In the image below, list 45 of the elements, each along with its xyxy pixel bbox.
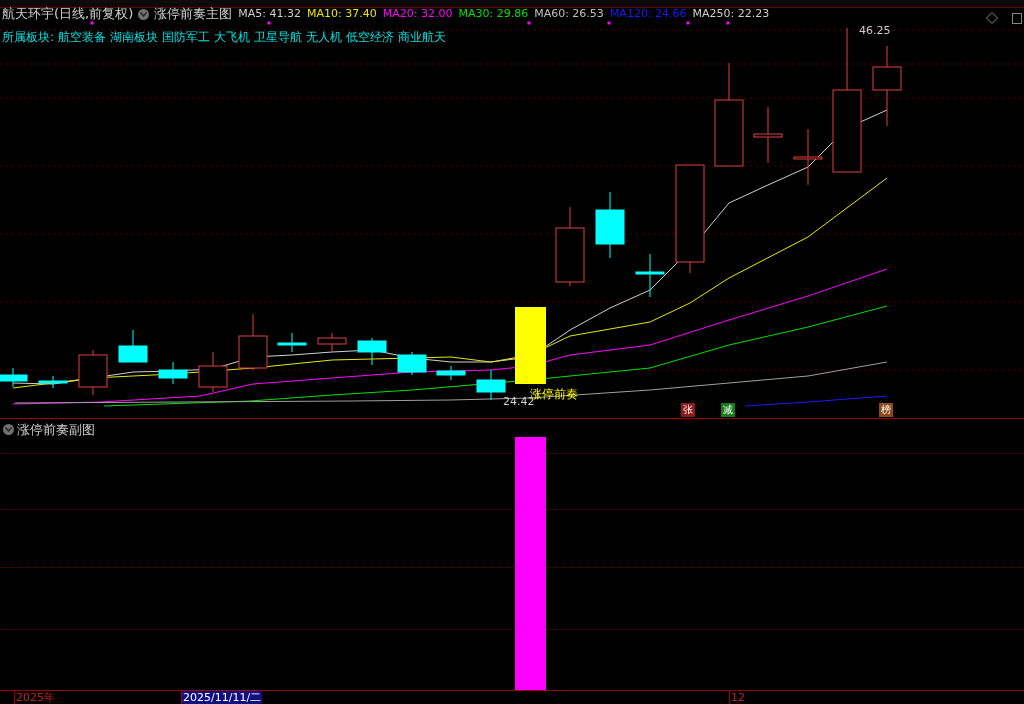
- stock-title: 航天环宇(日线,前复权): [2, 8, 134, 20]
- sector-tag[interactable]: 航空装备: [58, 28, 107, 46]
- candle: [317, 332, 347, 353]
- sector-tag[interactable]: 无人机: [306, 28, 343, 46]
- high-price-label: 46.25: [859, 23, 891, 39]
- candle: [753, 106, 783, 164]
- collapse-icon[interactable]: [3, 424, 14, 436]
- candle: [436, 365, 466, 381]
- candle: [118, 329, 148, 363]
- indicator-title: 涨停前奏主图: [154, 8, 233, 20]
- candle: [0, 367, 28, 388]
- ma-reading: MA30: 29.86: [458, 8, 529, 20]
- candle: [793, 128, 823, 186]
- candle: [277, 332, 307, 353]
- ma-reading: MA120: 24.66: [609, 8, 687, 20]
- sector-tag[interactable]: 商业航天: [398, 28, 447, 46]
- candle: [595, 191, 625, 259]
- ma-reading: MA250: 22.23: [692, 8, 770, 20]
- sector-tag[interactable]: 低空经济: [346, 28, 395, 46]
- ma-reading: MA60: 26.53: [534, 8, 604, 20]
- sector-tag[interactable]: 国防军工: [162, 28, 211, 46]
- signal-marker: 减: [721, 403, 735, 417]
- candle: [78, 349, 108, 396]
- time-axis-label[interactable]: 12: [729, 691, 746, 704]
- candle: [158, 361, 188, 385]
- time-axis-label[interactable]: 2025/11/11/二: [181, 691, 263, 704]
- square-icon[interactable]: [1012, 12, 1022, 24]
- time-axis-label[interactable]: 2025年: [14, 691, 56, 704]
- sector-tag[interactable]: 大飞机: [214, 28, 251, 46]
- candle: [357, 337, 387, 366]
- sector-tag[interactable]: 卫星导航: [254, 28, 303, 46]
- collapse-icon[interactable]: [138, 8, 150, 20]
- ma-reading: MA20: 32.00: [382, 8, 453, 20]
- sub-indicator-title: 涨停前奏副图: [17, 421, 95, 439]
- sector-label: 所属板块:: [2, 29, 55, 46]
- ma-reading: MA10: 37.40: [307, 8, 377, 20]
- sector-tag[interactable]: 湖南板块: [110, 28, 159, 46]
- candle: [198, 351, 228, 393]
- candle: [397, 351, 427, 376]
- candle: [38, 375, 68, 389]
- candle: [238, 313, 268, 371]
- signal-marker: 榜: [879, 403, 893, 417]
- candle: [635, 253, 665, 298]
- ma-reading: MA5: 41.32: [238, 8, 301, 20]
- signal-marker: 张: [681, 403, 695, 417]
